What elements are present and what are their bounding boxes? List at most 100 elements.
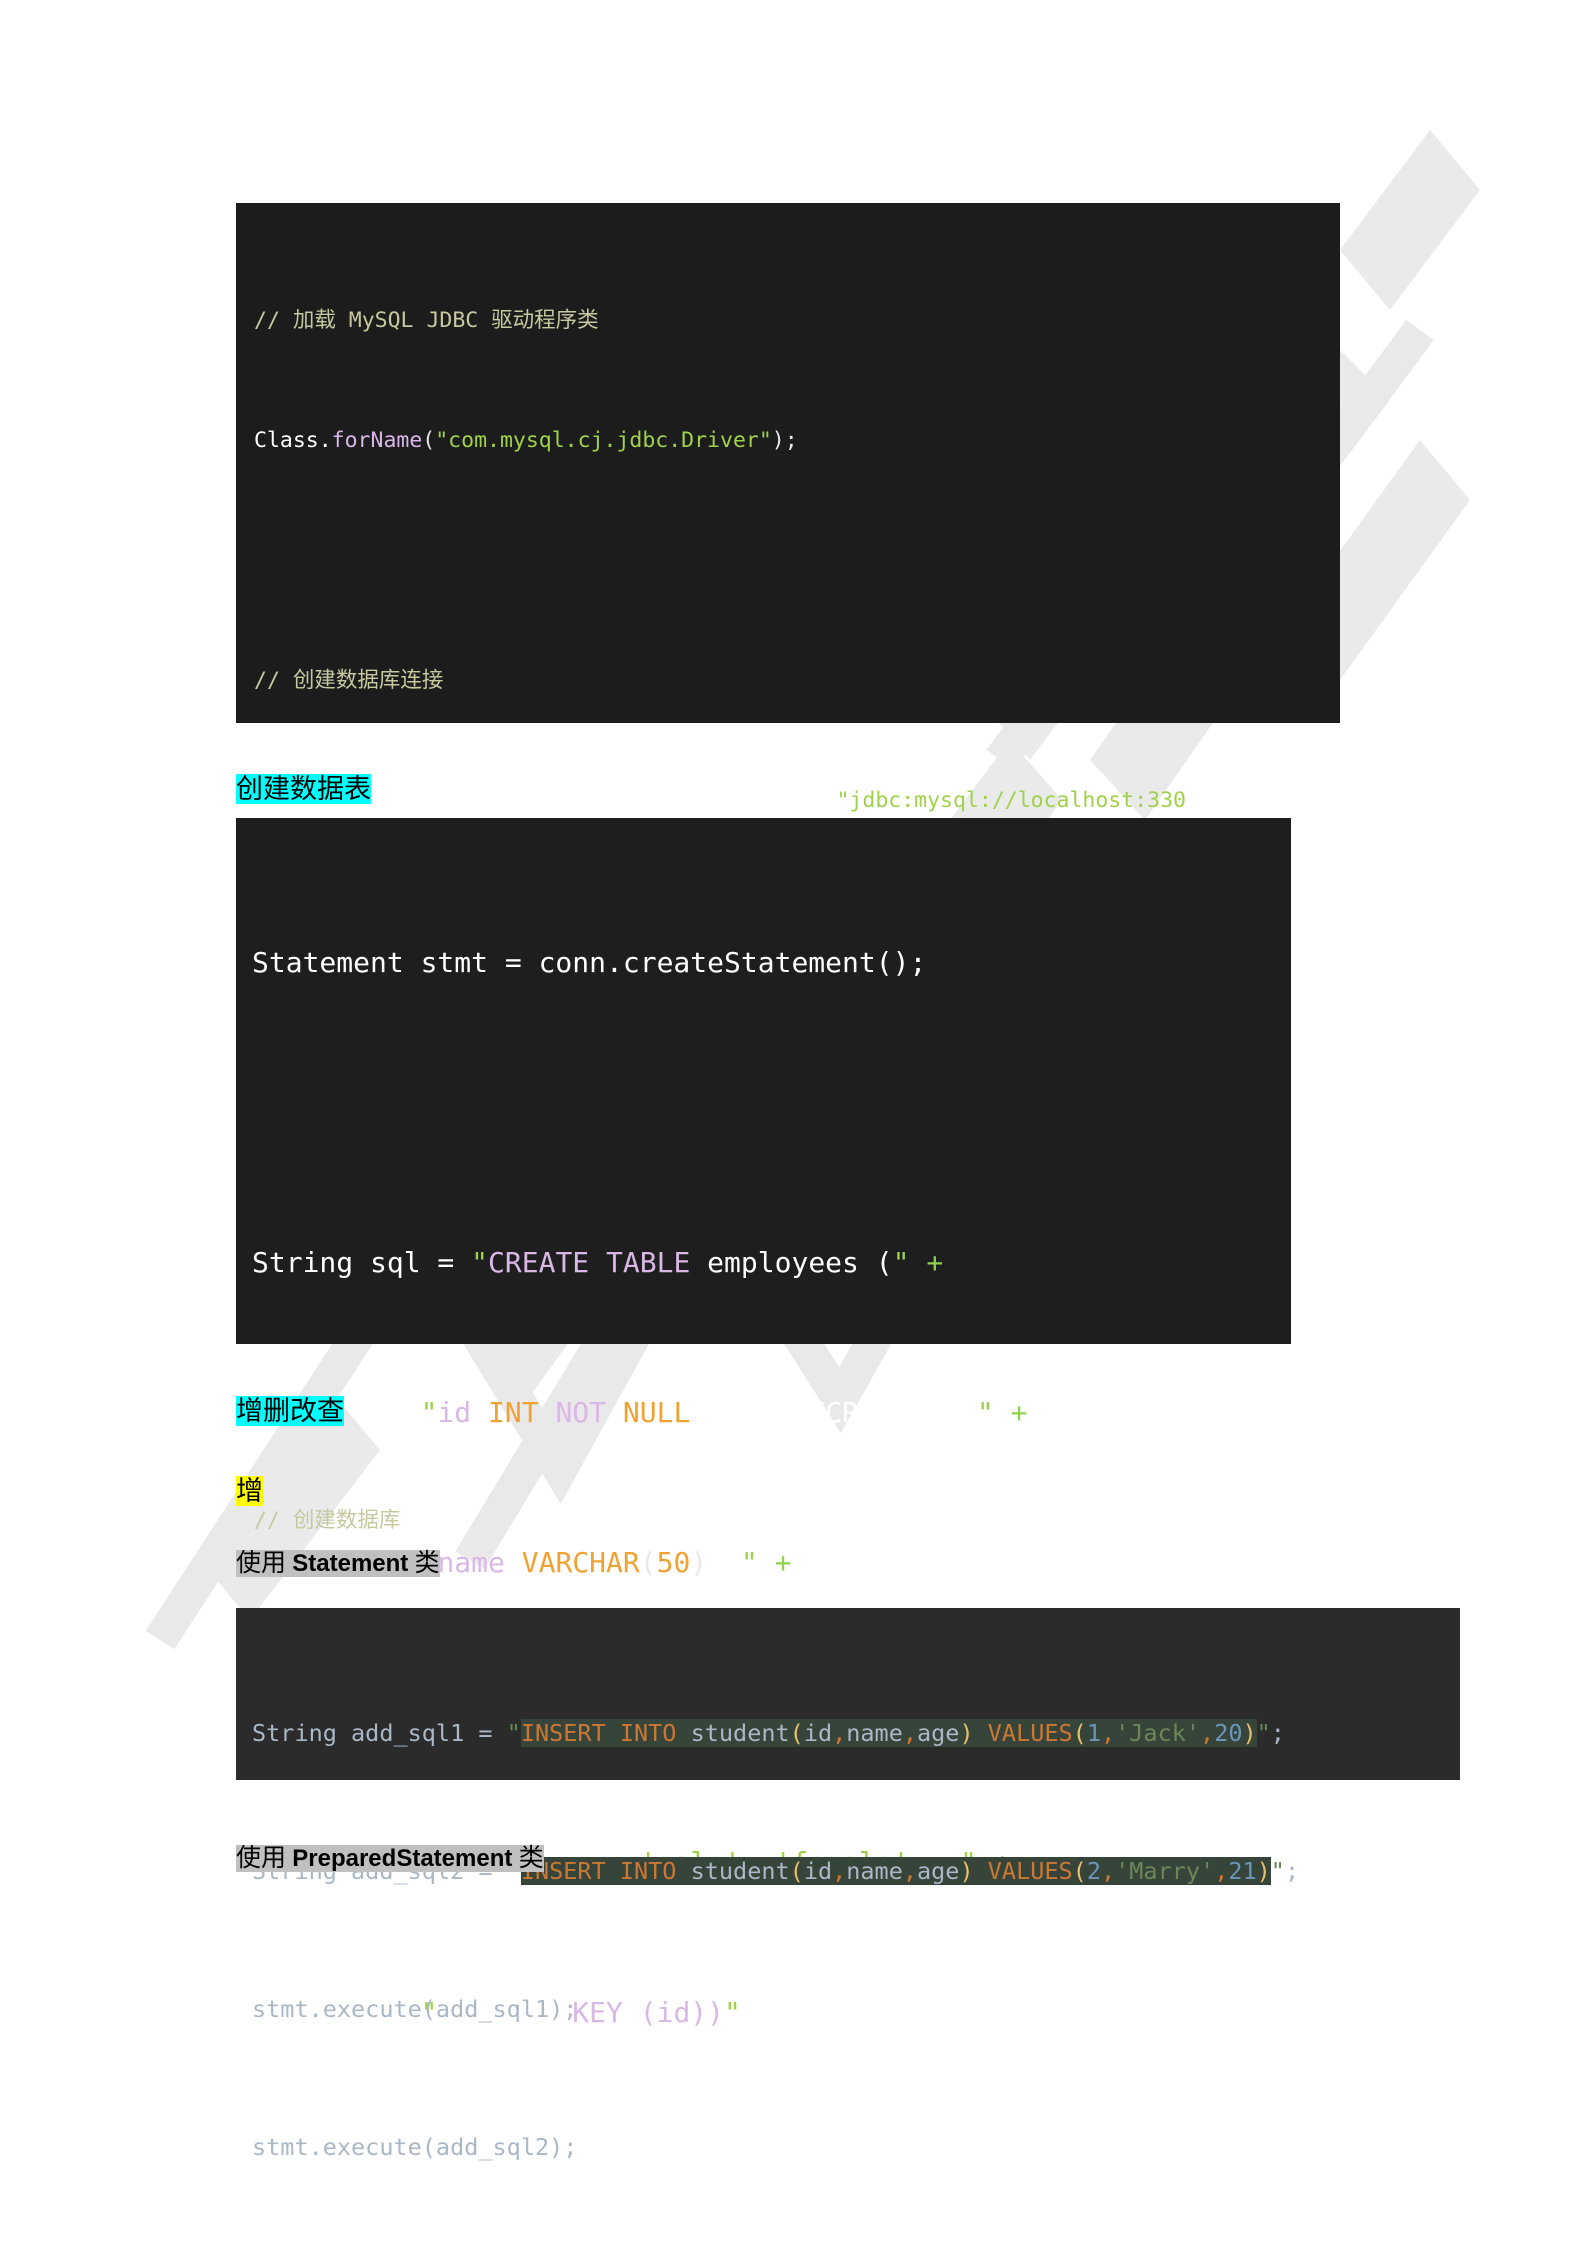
code-token: " [420, 1396, 438, 1429]
sql-keyword: CREATE TABLE [488, 1246, 691, 1279]
code-token: ( [639, 1546, 657, 1579]
code-string: "com.mysql.cj.jdbc.Driver" [435, 428, 772, 453]
sql-keyword: NOT [555, 1396, 623, 1429]
code-block-insert-statement: String add_sql1 = "INSERT INTO student(i… [236, 1608, 1460, 2161]
code-block-jdbc-connection: // 加载 MySQL JDBC 驱动程序类 Class.forName("co… [236, 203, 1340, 1773]
code-token: ); [771, 428, 798, 453]
code-string: 'Marry' [1115, 1857, 1215, 1885]
code-token: age [917, 1719, 960, 1747]
code-token: forName [331, 428, 423, 453]
sql-keyword: INSERT INTO [520, 1719, 677, 1747]
code-token: , [1100, 1857, 1116, 1885]
code-token: student [676, 1857, 790, 1885]
code-token: + [909, 1246, 944, 1279]
document-page: // 加载 MySQL JDBC 驱动程序类 Class.forName("co… [0, 0, 1587, 2245]
sql-string-highlight: INSERT INTO student(id,name,age) VALUES(… [520, 1719, 1257, 1747]
sql-type: INT [488, 1396, 556, 1429]
code-line: String add_sql1 = "INSERT INTO student(i… [252, 1710, 1460, 1756]
code-number: 21 [1228, 1857, 1257, 1885]
code-token: name [846, 1719, 903, 1747]
code-token: name [846, 1857, 903, 1885]
code-token: id [437, 1396, 489, 1429]
heading-text: 增 [236, 1476, 263, 1506]
code-token: ( [789, 1857, 804, 1885]
code-token: , [902, 1857, 918, 1885]
code-token: id [803, 1719, 833, 1747]
code-comment: // 加载 MySQL JDBC 驱动程序类 [254, 308, 599, 333]
code-token: ( [789, 1719, 804, 1747]
sql-keyword: VALUES [987, 1719, 1073, 1747]
code-line: stmt.execute(add_sql2); [252, 2124, 1460, 2170]
code-token: ( [422, 428, 436, 453]
code-token: ; [1284, 1857, 1300, 1885]
code-token: ) [959, 1857, 974, 1885]
code-token: , [1200, 1719, 1215, 1747]
code-token: String sql = [252, 1246, 472, 1279]
heading-text-wrap: 使用 PreparedStatement 类 [236, 1845, 544, 1872]
code-token: Statement stmt = conn.createStatement(); [252, 946, 927, 979]
code-token: , [707, 1546, 741, 1579]
heading-suffix: 类 [512, 1845, 544, 1872]
code-string: "jdbc:mysql://localhost:330 [836, 788, 1186, 813]
heading-class-name: PreparedStatement [292, 1845, 513, 1872]
code-string: 'Jack' [1115, 1719, 1201, 1747]
code-token: " [740, 1546, 758, 1579]
heading-prefix: 使用 [236, 1845, 293, 1872]
code-token: ( [1072, 1857, 1087, 1885]
heading-create-table: 创建数据表 [236, 770, 371, 808]
heading-text-wrap: 使用 Statement 类 [236, 1550, 440, 1577]
heading-text: 创建数据表 [236, 774, 371, 804]
code-token: " [1256, 1719, 1271, 1747]
code-token: age [917, 1857, 960, 1885]
heading-use-preparedstatement: 使用 PreparedStatement 类 [236, 1840, 544, 1878]
code-token: id [803, 1857, 833, 1885]
heading-use-statement: 使用 Statement 类 [236, 1545, 440, 1583]
code-token: student [676, 1719, 790, 1747]
sql-keyword: VALUES [987, 1857, 1073, 1885]
code-token: " [976, 1396, 994, 1429]
code-line: Statement stmt = conn.createStatement(); [252, 938, 1291, 988]
code-token: stmt.execute(add_sql1); [252, 1995, 578, 2023]
code-number: 2 [1086, 1857, 1101, 1885]
code-token: , [1100, 1719, 1116, 1747]
code-line: "id INT NOT NULL AUTO_INCREMENT, " + [252, 1388, 1291, 1438]
sql-keyword: NULL [622, 1396, 708, 1429]
code-number: 50 [656, 1546, 691, 1579]
code-token: " [506, 1719, 521, 1747]
code-block-create-table: Statement stmt = conn.createStatement();… [236, 818, 1291, 2029]
code-token: , [902, 1719, 918, 1747]
code-line: Connection conn =DriverManager.getConnec… [254, 781, 1340, 821]
code-number: 1 [1086, 1719, 1101, 1747]
code-token: ( [1072, 1719, 1087, 1747]
code-token: " [471, 1246, 489, 1279]
code-line: // 创建数据库连接 [254, 661, 1340, 701]
code-token: String add_sql1 = [252, 1719, 507, 1747]
code-token: ) [690, 1546, 708, 1579]
heading-crud: 增删改查 [236, 1392, 344, 1430]
code-token: , [832, 1719, 847, 1747]
sql-string-highlight: INSERT INTO student(id,name,age) VALUES(… [520, 1857, 1271, 1885]
code-number: 20 [1214, 1719, 1243, 1747]
code-token: employees ( [690, 1246, 893, 1279]
sql-type: VARCHAR [521, 1546, 640, 1579]
code-token: name [437, 1546, 522, 1579]
code-comment: // 创建数据库连接 [254, 668, 444, 693]
code-line: String sql = "CREATE TABLE employees (" … [252, 1238, 1291, 1288]
sql-keyword: INSERT INTO [520, 1857, 677, 1885]
heading-prefix: 使用 [236, 1550, 293, 1577]
code-token: " [1270, 1857, 1285, 1885]
code-token: AUTO_INCREMENT, [707, 1396, 977, 1429]
code-line: stmt.execute(add_sql1); [252, 1986, 1460, 2032]
heading-suffix: 类 [408, 1550, 440, 1577]
code-token: + [993, 1396, 1028, 1429]
heading-insert: 增 [236, 1472, 263, 1510]
code-token: ; [1270, 1719, 1285, 1747]
code-token: Class. [254, 428, 332, 453]
code-token: , [832, 1857, 847, 1885]
code-line: Class.forName("com.mysql.cj.jdbc.Driver"… [254, 421, 1340, 461]
code-token: ) [1256, 1857, 1271, 1885]
